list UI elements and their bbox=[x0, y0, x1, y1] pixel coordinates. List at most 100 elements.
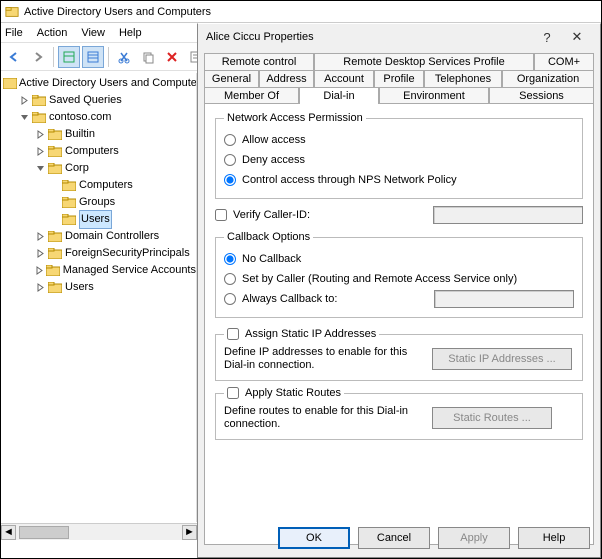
tree-label: Users bbox=[65, 279, 94, 296]
static-ip-check-label: Assign Static IP Addresses bbox=[245, 328, 376, 340]
scroll-right-icon[interactable]: ► bbox=[182, 525, 197, 540]
back-button[interactable] bbox=[3, 46, 25, 68]
always-callback-input[interactable] bbox=[434, 290, 574, 308]
expand-icon[interactable] bbox=[17, 96, 31, 105]
static-ip-check-row[interactable]: Assign Static IP Addresses bbox=[227, 328, 376, 340]
properties-dialog: Alice Ciccu Properties ? ✕ Remote contro… bbox=[197, 23, 601, 558]
expand-icon[interactable] bbox=[33, 249, 47, 258]
tab-dial-in[interactable]: Dial-in bbox=[299, 87, 379, 104]
tree-computers[interactable]: Computers bbox=[3, 143, 196, 160]
tree-corp-groups[interactable]: Groups bbox=[3, 194, 196, 211]
expand-icon[interactable] bbox=[33, 283, 47, 292]
dialog-close-button[interactable]: ✕ bbox=[562, 29, 592, 45]
view-tree-button[interactable] bbox=[58, 46, 80, 68]
tab-environment[interactable]: Environment bbox=[379, 87, 489, 104]
toolbar-separator bbox=[108, 47, 109, 67]
scroll-thumb[interactable] bbox=[19, 526, 69, 539]
tab-organization[interactable]: Organization bbox=[502, 70, 594, 87]
tab-remote-control[interactable]: Remote control bbox=[204, 53, 314, 70]
view-list-button[interactable] bbox=[82, 46, 104, 68]
main-title-bar: Active Directory Users and Computers bbox=[1, 1, 601, 23]
static-ip-button[interactable]: Static IP Addresses ... bbox=[432, 348, 572, 370]
tree-label: Saved Queries bbox=[49, 92, 122, 109]
static-routes-checkbox[interactable] bbox=[227, 387, 239, 399]
tab-sessions[interactable]: Sessions bbox=[489, 87, 594, 104]
tree-corp-computers[interactable]: Computers bbox=[3, 177, 196, 194]
tree-label: Active Directory Users and Computers bbox=[19, 75, 197, 92]
tree-users[interactable]: Users bbox=[3, 279, 196, 296]
deny-access-option[interactable]: Deny access bbox=[224, 150, 574, 170]
tree-fsp[interactable]: ForeignSecurityPrincipals bbox=[3, 245, 196, 262]
ou-icon bbox=[61, 213, 77, 227]
delete-button[interactable] bbox=[161, 46, 183, 68]
expand-icon[interactable] bbox=[33, 232, 47, 241]
app-window: Active Directory Users and Computers Fil… bbox=[0, 0, 602, 559]
network-access-group: Network Access Permission Allow access D… bbox=[215, 112, 583, 199]
tab-rds-profile[interactable]: Remote Desktop Services Profile bbox=[314, 53, 534, 70]
tab-account[interactable]: Account bbox=[314, 70, 374, 87]
expand-icon[interactable] bbox=[33, 266, 46, 275]
nps-radio[interactable] bbox=[224, 174, 236, 186]
always-callback-option[interactable]: Always Callback to: bbox=[224, 289, 574, 309]
dial-in-panel: Network Access Permission Allow access D… bbox=[204, 103, 594, 545]
tree-corp[interactable]: Corp bbox=[3, 160, 196, 177]
tree-label: Groups bbox=[79, 194, 115, 211]
expand-icon[interactable] bbox=[33, 130, 47, 139]
tab-telephones[interactable]: Telephones bbox=[424, 70, 502, 87]
scroll-left-icon[interactable]: ◄ bbox=[1, 525, 16, 540]
dialog-help-button[interactable]: ? bbox=[532, 30, 562, 45]
allow-access-option[interactable]: Allow access bbox=[224, 130, 574, 150]
static-routes-button[interactable]: Static Routes ... bbox=[432, 407, 552, 429]
set-by-caller-label: Set by Caller (Routing and Remote Access… bbox=[242, 273, 517, 285]
static-routes-check-row[interactable]: Apply Static Routes bbox=[227, 387, 341, 399]
verify-caller-row: Verify Caller-ID: bbox=[215, 205, 583, 225]
folder-icon bbox=[47, 145, 63, 159]
apply-button[interactable]: Apply bbox=[438, 527, 510, 549]
tree-builtin[interactable]: Builtin bbox=[3, 126, 196, 143]
copy-button[interactable] bbox=[137, 46, 159, 68]
tree-root[interactable]: Active Directory Users and Computers bbox=[3, 75, 196, 92]
tree-domain-controllers[interactable]: Domain Controllers bbox=[3, 228, 196, 245]
horizontal-scrollbar[interactable]: ◄ ► bbox=[1, 523, 197, 540]
tab-com-plus[interactable]: COM+ bbox=[534, 53, 594, 70]
forward-button[interactable] bbox=[27, 46, 49, 68]
folder-icon bbox=[47, 281, 63, 295]
app-icon bbox=[5, 5, 19, 19]
tree-domain[interactable]: contoso.com bbox=[3, 109, 196, 126]
nps-option[interactable]: Control access through NPS Network Polic… bbox=[224, 170, 574, 190]
set-by-caller-radio[interactable] bbox=[224, 273, 236, 285]
collapse-icon[interactable] bbox=[17, 113, 31, 122]
menu-help[interactable]: Help bbox=[119, 27, 142, 39]
tab-profile[interactable]: Profile bbox=[374, 70, 424, 87]
tab-address[interactable]: Address bbox=[259, 70, 314, 87]
verify-caller-input[interactable] bbox=[433, 206, 583, 224]
menu-action[interactable]: Action bbox=[37, 27, 68, 39]
tab-general[interactable]: General bbox=[204, 70, 259, 87]
static-ip-desc: Define IP addresses to enable for this D… bbox=[224, 346, 424, 372]
cut-button[interactable] bbox=[113, 46, 135, 68]
no-callback-radio[interactable] bbox=[224, 253, 236, 265]
dialog-button-row: OK Cancel Apply Help bbox=[268, 527, 590, 549]
deny-access-radio[interactable] bbox=[224, 154, 236, 166]
allow-access-radio[interactable] bbox=[224, 134, 236, 146]
expand-icon[interactable] bbox=[33, 147, 47, 156]
cancel-button[interactable]: Cancel bbox=[358, 527, 430, 549]
static-ip-checkbox[interactable] bbox=[227, 328, 239, 340]
menu-view[interactable]: View bbox=[81, 27, 105, 39]
tree-msa[interactable]: Managed Service Accounts bbox=[3, 262, 196, 279]
verify-caller-checkbox[interactable] bbox=[215, 209, 227, 221]
collapse-icon[interactable] bbox=[33, 164, 47, 173]
tree-saved-queries[interactable]: Saved Queries bbox=[3, 92, 196, 109]
menu-file[interactable]: File bbox=[5, 27, 23, 39]
console-icon bbox=[3, 77, 17, 91]
tab-member-of[interactable]: Member Of bbox=[204, 87, 299, 104]
tree-corp-users[interactable]: Users bbox=[3, 211, 196, 228]
no-callback-option[interactable]: No Callback bbox=[224, 249, 574, 269]
set-by-caller-option[interactable]: Set by Caller (Routing and Remote Access… bbox=[224, 269, 574, 289]
dialog-help-bottom-button[interactable]: Help bbox=[518, 527, 590, 549]
allow-access-label: Allow access bbox=[242, 134, 306, 146]
tree-label: Corp bbox=[65, 160, 89, 177]
always-callback-radio[interactable] bbox=[224, 293, 236, 305]
directory-tree[interactable]: Active Directory Users and Computers Sav… bbox=[1, 73, 196, 296]
ok-button[interactable]: OK bbox=[278, 527, 350, 549]
